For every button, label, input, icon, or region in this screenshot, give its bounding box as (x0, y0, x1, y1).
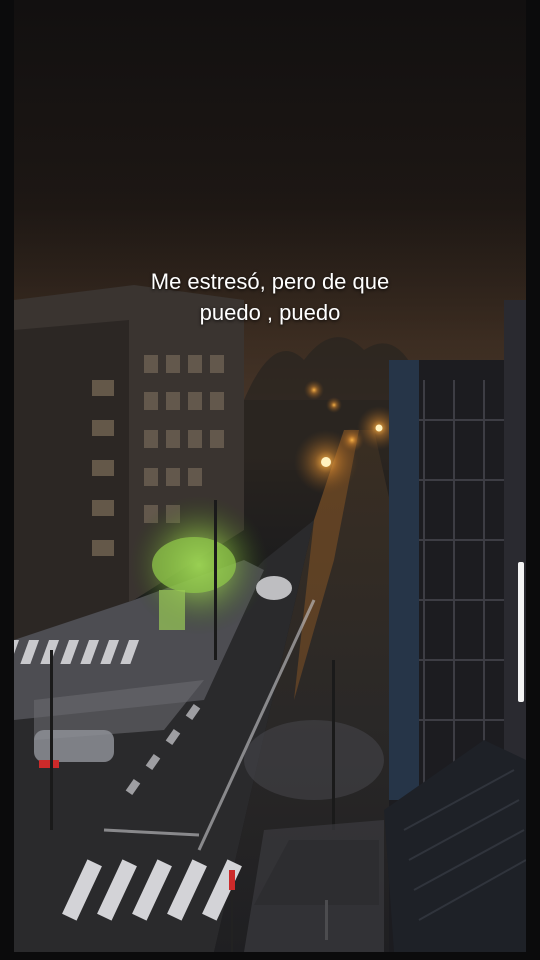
caption-line-1: Me estresó, pero de que (150, 269, 390, 294)
video-caption: Me estresó, pero de que puedo , puedo (70, 266, 470, 328)
side-handle (518, 562, 524, 702)
video-frame: Me estresó, pero de que puedo , puedo (0, 0, 540, 960)
rainy-street-illustration (14, 180, 526, 952)
night-city-street-photo (14, 0, 526, 952)
caption-line-2: puedo , puedo (199, 300, 341, 325)
